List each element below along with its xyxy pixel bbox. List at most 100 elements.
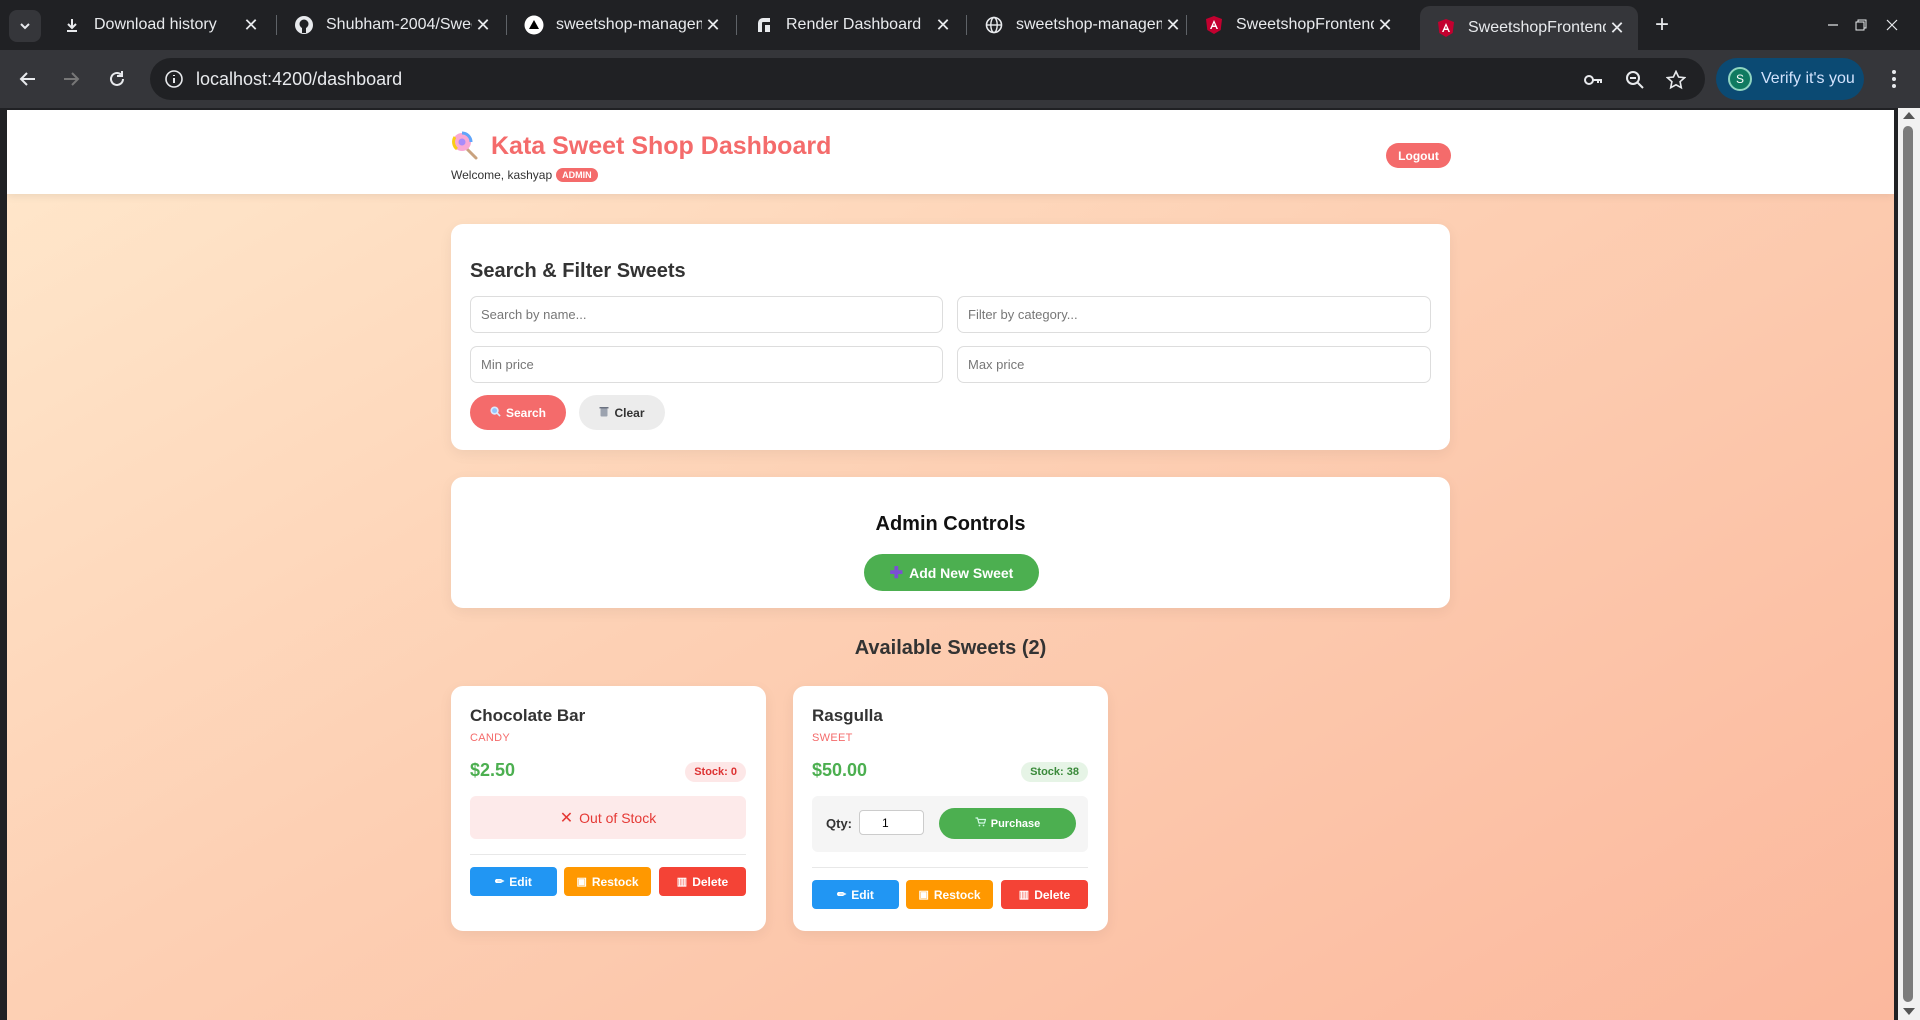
close-icon[interactable]: ✕	[1162, 14, 1184, 36]
purchase-panel: Qty: Purchase	[812, 796, 1088, 852]
page-viewport: Kata Sweet Shop Dashboard Welcome, kashy…	[0, 108, 1920, 1020]
more-vert-icon	[1892, 70, 1896, 88]
avatar: S	[1728, 67, 1752, 91]
package-icon: ▣	[918, 889, 929, 901]
render-icon	[754, 15, 774, 35]
edit-label: Edit	[851, 887, 874, 902]
delete-label: Delete	[1034, 887, 1071, 902]
add-new-sweet-button[interactable]: ✚ Add New Sweet	[864, 554, 1039, 591]
reload-button[interactable]	[101, 63, 133, 95]
restock-button[interactable]: ▣ Restock	[906, 880, 993, 909]
tab-title: Render Dashboard	[786, 16, 922, 33]
available-sweets-title: Available Sweets (2)	[854, 637, 1047, 659]
delete-button[interactable]: ▥ Delete	[1001, 880, 1088, 909]
cart-icon	[975, 817, 987, 830]
tab-search-button[interactable]	[9, 10, 41, 42]
logout-button[interactable]: Logout	[1386, 143, 1451, 168]
trash-icon: ▥	[1018, 889, 1030, 901]
package-icon: ▣	[576, 876, 587, 888]
sweet-name: Rasgulla	[812, 706, 883, 725]
tab-vercel[interactable]: sweetshop-managem ✕	[508, 6, 734, 44]
address-bar[interactable]: localhost:4200/dashboard	[150, 58, 1705, 100]
welcome-text: Welcome, kashyap	[451, 168, 553, 182]
tab-github[interactable]: Shubham-2004/Swee ✕	[278, 6, 504, 44]
divider	[470, 854, 746, 855]
url-text[interactable]: localhost:4200/dashboard	[196, 69, 402, 90]
edit-button[interactable]: ✏ Edit	[812, 880, 899, 909]
close-icon[interactable]: ✕	[1606, 17, 1628, 39]
close-window-button[interactable]	[1864, 0, 1920, 50]
close-icon[interactable]: ✕	[932, 14, 954, 36]
forward-button[interactable]	[55, 63, 87, 95]
page-title: Kata Sweet Shop Dashboard	[491, 131, 832, 160]
min-price-input[interactable]	[470, 346, 943, 383]
restock-label: Restock	[591, 874, 639, 889]
divider	[812, 867, 1088, 868]
browser-toolbar: localhost:4200/dashboard S Verify it's y…	[0, 50, 1920, 108]
verify-label: Verify it's you	[1761, 70, 1855, 87]
star-icon[interactable]	[1665, 69, 1687, 91]
search-button-label: Search	[505, 405, 547, 420]
angular-icon	[1204, 15, 1224, 35]
restock-button[interactable]: ▣ Restock	[564, 867, 651, 896]
scroll-up-arrow[interactable]	[1903, 112, 1915, 119]
close-icon	[1886, 19, 1898, 31]
tab-sweetshop-frontend-active[interactable]: SweetshopFrontend ✕	[1420, 6, 1638, 50]
verify-profile-button[interactable]: S Verify it's you	[1716, 58, 1864, 100]
close-icon[interactable]: ✕	[472, 14, 494, 36]
stock-badge: Stock: 38	[1021, 762, 1088, 782]
search-filter-title: Search & Filter Sweets	[470, 260, 686, 282]
max-price-input[interactable]	[957, 346, 1431, 383]
admin-controls-card: Admin Controls ✚ Add New Sweet	[451, 477, 1450, 608]
app-header: Kata Sweet Shop Dashboard Welcome, kashy…	[7, 110, 1894, 194]
purchase-label: Purchase	[990, 817, 1041, 830]
angular-icon	[1436, 18, 1456, 38]
close-icon[interactable]: ✕	[702, 14, 724, 36]
delete-button[interactable]: ▥ Delete	[659, 867, 746, 896]
globe-icon	[984, 15, 1004, 35]
new-tab-button[interactable]: +	[1648, 11, 1676, 39]
zoom-icon[interactable]	[1624, 69, 1646, 91]
purchase-button[interactable]: Purchase	[939, 808, 1076, 839]
pencil-icon: ✏	[837, 889, 847, 901]
tab-strip: Download history ✕ Shubham-2004/Swee ✕ s…	[0, 0, 1920, 50]
plus-icon: ✚	[889, 564, 904, 582]
scroll-down-arrow[interactable]	[1903, 1008, 1915, 1015]
tab-globe[interactable]: sweetshop-managem ✕	[968, 6, 1194, 44]
info-icon[interactable]	[164, 69, 184, 89]
tab-download-history[interactable]: Download history ✕	[46, 6, 272, 44]
category-filter-input[interactable]	[957, 296, 1431, 333]
browser-menu-button[interactable]	[1880, 63, 1908, 95]
stock-badge: Stock: 0	[685, 762, 746, 782]
sweet-card: Rasgulla SWEET $50.00 Stock: 38 Qty: Pur…	[793, 686, 1108, 931]
back-button[interactable]	[12, 63, 44, 95]
lollipop-icon	[452, 131, 478, 160]
arrow-left-icon	[19, 72, 35, 86]
vercel-icon	[524, 15, 544, 35]
scrollbar-thumb[interactable]	[1903, 126, 1913, 1002]
out-of-stock-notice: ✕ Out of Stock	[470, 796, 746, 839]
search-name-input[interactable]	[470, 296, 943, 333]
close-icon[interactable]: ✕	[1374, 14, 1396, 36]
search-button[interactable]: Search	[470, 395, 566, 430]
tab-sweetshop-frontend[interactable]: SweetshopFrontend ✕	[1188, 6, 1406, 44]
tab-title: Shubham-2004/Swee	[326, 16, 472, 33]
close-icon[interactable]: ✕	[240, 14, 262, 36]
trash-icon: ▥	[676, 876, 688, 888]
tab-title: sweetshop-managem	[1016, 16, 1162, 33]
reload-icon	[110, 71, 124, 86]
dashboard-page: Kata Sweet Shop Dashboard Welcome, kashy…	[7, 110, 1894, 1020]
clear-button[interactable]: Clear	[579, 395, 665, 430]
arrow-right-icon	[64, 72, 80, 86]
add-new-sweet-label: Add New Sweet	[909, 564, 1014, 581]
app-title: Kata Sweet Shop Dashboard	[451, 131, 831, 161]
key-icon[interactable]	[1582, 69, 1604, 91]
page-scrollbar[interactable]	[1898, 108, 1920, 1020]
edit-button[interactable]: ✏ Edit	[470, 867, 557, 896]
sweet-category: CANDY	[470, 732, 511, 744]
sweet-price: $2.50	[470, 760, 516, 780]
quantity-input[interactable]	[859, 810, 924, 835]
admin-controls-title: Admin Controls	[875, 513, 1026, 535]
tab-title: Download history	[94, 16, 217, 33]
tab-render[interactable]: Render Dashboard ✕	[738, 6, 964, 44]
